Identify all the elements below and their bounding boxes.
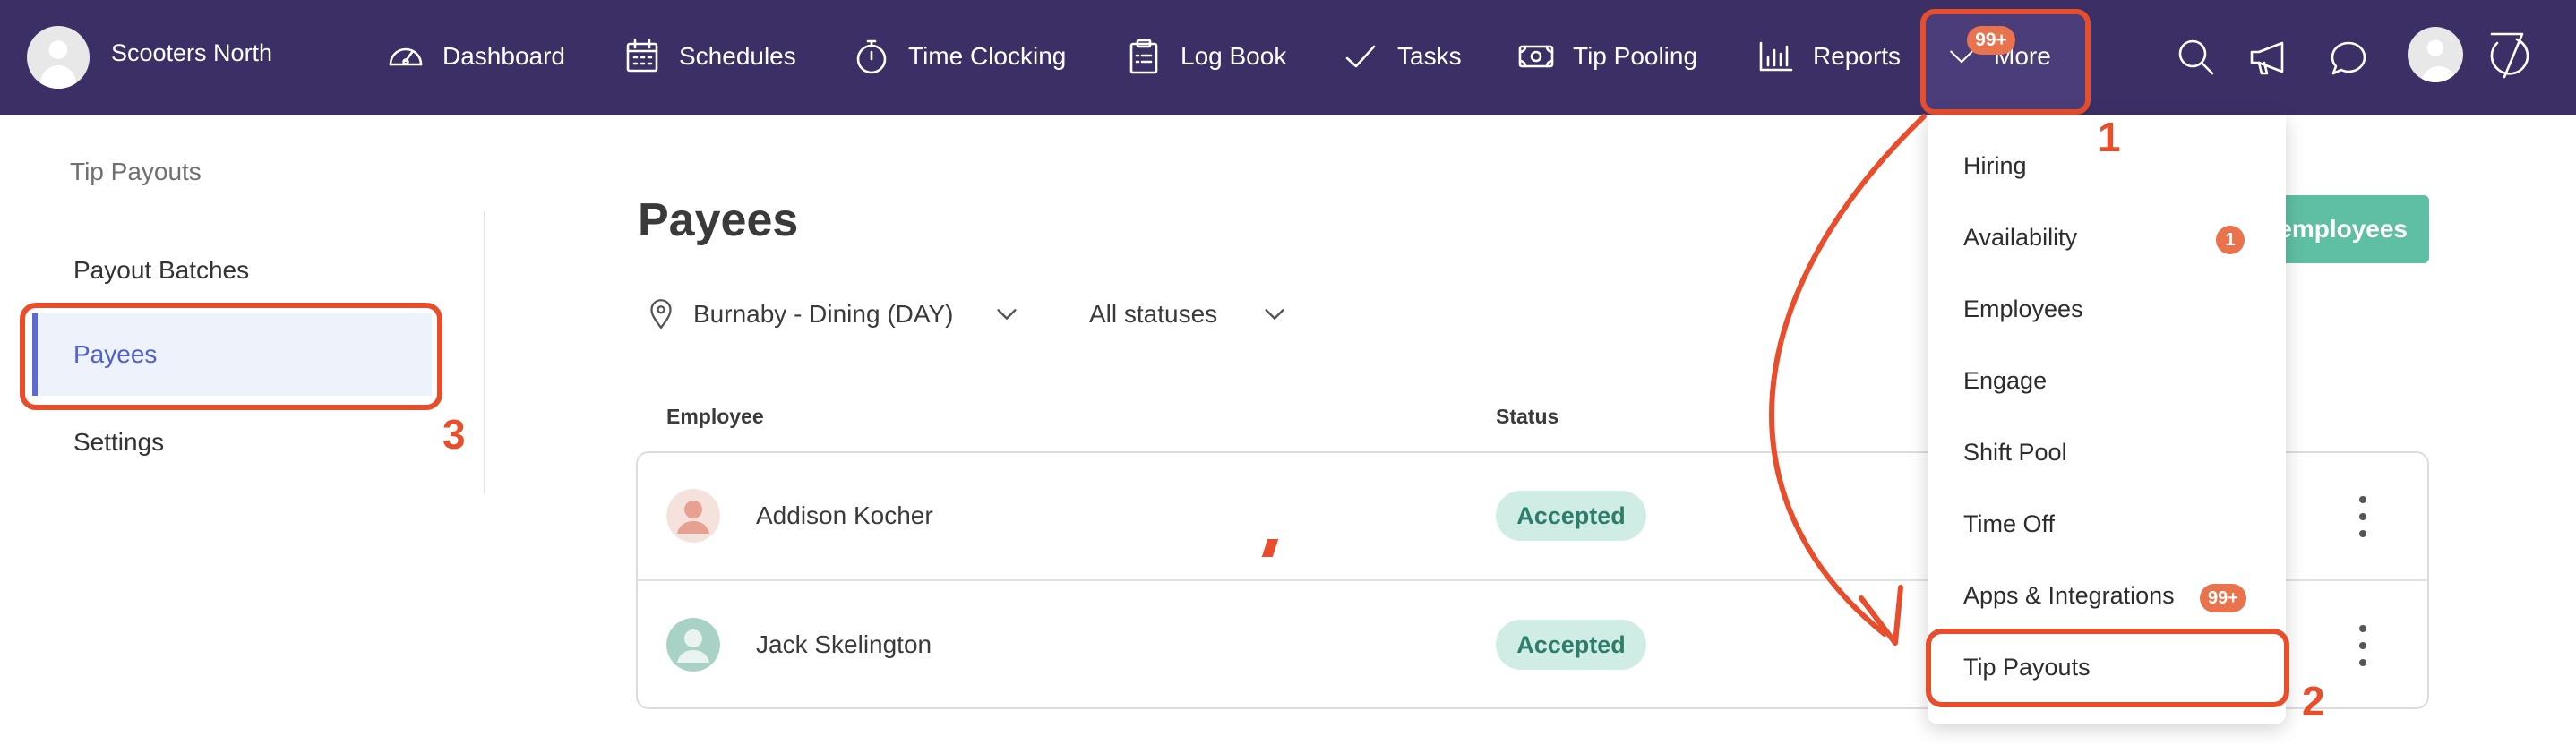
sidebar-title: Tip Payouts (70, 158, 202, 185)
user-avatar[interactable] (2408, 27, 2463, 82)
nav-tip-pooling-label: Tip Pooling (1573, 42, 1698, 70)
annotation-box-more (1920, 9, 2091, 115)
nav-reports[interactable]: Reports (1756, 34, 1901, 79)
nav-tasks[interactable]: Tasks (1340, 34, 1462, 79)
location-filter-value: Burnaby - Dining (DAY) (693, 300, 954, 328)
page-title: Payees (638, 194, 799, 246)
nav-reports-label: Reports (1813, 42, 1902, 70)
apps-integrations-badge: 99+ (2200, 584, 2246, 612)
nav-schedules-label: Schedules (679, 42, 796, 70)
sidebar-item-payout-batches[interactable]: Payout Batches (73, 256, 249, 285)
search-icon (2178, 39, 2214, 75)
menu-item-hiring[interactable]: Hiring (1963, 152, 2027, 180)
nav-tip-pooling[interactable]: Tip Pooling (1516, 34, 1697, 79)
column-header-status: Status (1496, 405, 1559, 428)
top-navigation-bar: Scooters North Dashboard Schedules Time … (0, 0, 2576, 115)
row-actions-button[interactable] (2350, 623, 2375, 668)
menu-item-apps-integrations[interactable]: Apps & Integrations (1963, 582, 2175, 610)
employee-avatar (666, 618, 720, 672)
calendar-icon (626, 39, 658, 73)
search-button[interactable] (2173, 34, 2220, 81)
status-filter-value: All statuses (1089, 300, 1218, 328)
menu-item-shift-pool[interactable]: Shift Pool (1963, 439, 2067, 467)
menu-item-time-off[interactable]: Time Off (1963, 510, 2055, 538)
menu-item-availability[interactable]: Availability (1963, 224, 2077, 252)
checkmark-icon (1345, 45, 1376, 68)
annotation-box-payees (20, 303, 442, 410)
clipboard-icon (1129, 39, 1158, 74)
chevron-down-icon (1265, 309, 1284, 320)
cash-icon (1518, 45, 1554, 68)
chat-icon (2331, 41, 2366, 75)
stopwatch-icon (856, 39, 887, 74)
nav-log-book[interactable]: Log Book (1123, 34, 1286, 79)
location-filter[interactable]: Burnaby - Dining (DAY) (648, 295, 1019, 333)
status-filter[interactable]: All statuses (1089, 295, 1287, 333)
nav-dashboard[interactable]: Dashboard (385, 34, 565, 79)
messages-button[interactable] (2325, 34, 2372, 81)
annotation-step-2: 2 (2302, 678, 2325, 724)
location-avatar[interactable] (27, 26, 90, 89)
brand-name[interactable]: Scooters North (111, 39, 272, 67)
location-pin-icon (650, 299, 672, 330)
annotation-step-1: 1 (2098, 114, 2121, 160)
nav-log-book-label: Log Book (1181, 42, 1287, 70)
chevron-down-icon (997, 309, 1018, 320)
nav-time-clocking-label: Time Clocking (908, 42, 1067, 70)
status-badge: Accepted (1496, 620, 1646, 670)
annotation-step-3: 3 (442, 411, 466, 458)
employee-name[interactable]: Addison Kocher (756, 501, 933, 530)
sidebar-item-settings[interactable]: Settings (73, 428, 164, 457)
annotation-box-tip-payouts (1926, 629, 2289, 707)
logo-button[interactable] (2481, 27, 2535, 84)
person-icon (666, 618, 720, 672)
menu-item-employees[interactable]: Employees (1963, 295, 2083, 323)
nav-time-clocking[interactable]: Time Clocking (851, 34, 1066, 79)
employee-name[interactable]: Jack Skelington (756, 630, 932, 659)
dashboard-icon (389, 47, 423, 66)
column-header-employee: Employee (666, 405, 764, 428)
menu-item-engage[interactable]: Engage (1963, 367, 2047, 395)
sidebar-divider (484, 211, 485, 494)
row-actions-button[interactable] (2350, 494, 2375, 539)
nav-schedules[interactable]: Schedules (622, 34, 796, 79)
status-badge: Accepted (1496, 491, 1646, 541)
logo-icon (2490, 32, 2529, 79)
person-icon (666, 489, 720, 543)
announcements-button[interactable] (2246, 34, 2293, 81)
megaphone-icon (2250, 41, 2284, 75)
availability-badge: 1 (2216, 226, 2245, 254)
bar-chart-icon (1759, 41, 1793, 72)
nav-tasks-label: Tasks (1397, 42, 1462, 70)
nav-dashboard-label: Dashboard (442, 42, 565, 70)
employee-avatar (666, 489, 720, 543)
